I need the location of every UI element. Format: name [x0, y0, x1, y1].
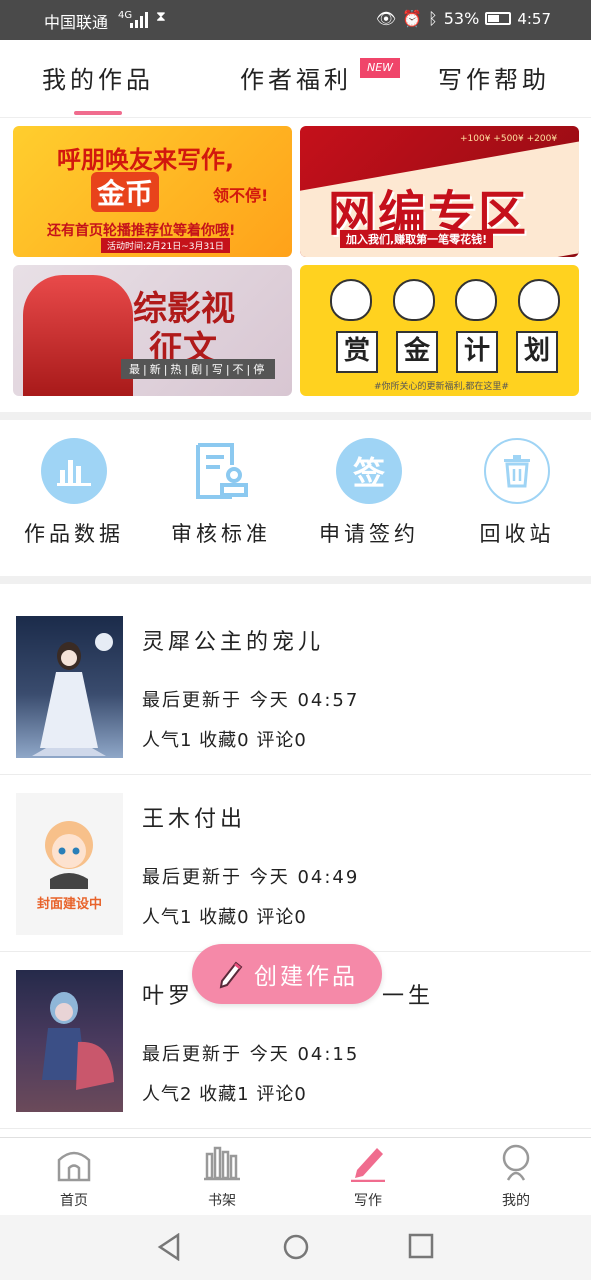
section-divider [0, 412, 591, 420]
recents-icon[interactable] [408, 1233, 434, 1259]
work-stats: 人气2 收藏1 评论0 [142, 1084, 307, 1105]
quick-action-work-data[interactable]: 作品数据 [14, 438, 134, 548]
document-stamp-icon [188, 438, 254, 504]
bluetooth-icon: ᛒ [428, 9, 438, 28]
cover-placeholder-text: 封面建设中 [36, 897, 102, 912]
signal-bars-icon [130, 12, 148, 28]
work-cover-image [16, 616, 123, 758]
create-work-label: 创建作品 [254, 964, 358, 990]
create-work-button[interactable]: 创建作品 [192, 944, 382, 1004]
quick-action-recycle-bin[interactable]: 回收站 [457, 438, 577, 548]
nav-me[interactable]: 我的 [476, 1144, 556, 1210]
work-updated: 最后更新于 今天 04:49 [142, 867, 360, 888]
nav-write[interactable]: 写作 [328, 1144, 408, 1210]
banner-text: 活动时间:2月21日~3月31日 [101, 238, 230, 253]
work-title: 叶罗 [142, 984, 195, 1009]
top-tabs: 我的作品 作者福利 写作帮助 [0, 40, 591, 118]
work-list-item[interactable]: 灵犀公主的宠儿 最后更新于 今天 04:57 人气1 收藏0 评论0 [0, 598, 591, 775]
work-cover-image [16, 970, 123, 1112]
profile-icon [502, 1144, 530, 1181]
nav-home[interactable]: 首页 [34, 1144, 114, 1210]
work-title: 灵犀公主的宠儿 [142, 630, 325, 655]
quick-action-label: 申请签约 [319, 522, 419, 546]
quick-action-label: 回收站 [479, 522, 555, 546]
nav-bookshelf[interactable]: 书架 [182, 1144, 262, 1210]
quick-action-apply-contract[interactable]: 签 申请签约 [309, 438, 429, 548]
work-list-item[interactable]: 封面建设中 王木付出 最后更新于 今天 04:49 人气1 收藏0 评论0 [0, 775, 591, 952]
work-stats: 人气1 收藏0 评论0 [142, 907, 307, 928]
work-stats: 人气1 收藏0 评论0 [142, 730, 307, 751]
quick-action-label: 作品数据 [24, 522, 124, 546]
home-icon [57, 1151, 91, 1182]
battery-percent: 53% [443, 9, 480, 28]
bottom-nav: 首页 书架 写作 我的 [0, 1137, 591, 1216]
hourglass-icon: ⧗ [156, 9, 166, 25]
work-title: 王木付出 [142, 807, 247, 832]
banner-editor-zone[interactable]: +100¥ +500¥ +200¥ 网编专区 加入我们,赚取第一笔零花钱! [300, 126, 579, 257]
tab-writing-help[interactable]: 写作帮助 [438, 60, 550, 95]
cat-illustrations [330, 279, 560, 335]
bar-chart-icon [41, 438, 107, 504]
system-nav-bar [0, 1215, 591, 1280]
banner-text: #你所关心的更新福利,都在这里# [374, 382, 509, 392]
cat-icon [392, 279, 435, 321]
home-circle-icon[interactable] [282, 1233, 310, 1261]
cat-icon [330, 279, 372, 321]
active-tab-indicator [74, 111, 122, 115]
banner-char: 金 [396, 331, 438, 373]
quick-action-label: 审核标准 [171, 522, 271, 546]
banner-invite-friends[interactable]: 呼朋唤友来写作, 金币 领不停! 还有首页轮播推荐位等着你哦! 活动时间:2月2… [13, 126, 292, 257]
banner-reward-plan[interactable]: 赏 金 计 划 #你所关心的更新福利,都在这里# [300, 265, 579, 396]
banner-char: 划 [516, 331, 558, 373]
banner-text: +100¥ +500¥ +200¥ [460, 134, 558, 144]
banner-characters-image [23, 275, 133, 396]
tab-my-works[interactable]: 我的作品 [42, 60, 154, 95]
banner-tv-fanfic-contest[interactable]: 综影视 征文 最|新|热|剧|写|不|停 [13, 265, 292, 396]
banner-text: 还有首页轮播推荐位等着你哦! [47, 223, 236, 239]
work-cover-image: 封面建设中 [16, 793, 123, 935]
bookshelf-icon [204, 1146, 240, 1181]
cat-icon [455, 279, 498, 321]
nav-label: 写作 [354, 1193, 382, 1209]
alarm-icon: ⏰ [402, 9, 423, 28]
banner-char: 计 [456, 331, 498, 373]
section-divider [0, 576, 591, 584]
trash-icon [484, 438, 550, 504]
cat-icon [517, 279, 560, 321]
banner-text: 最|新|热|剧|写|不|停 [121, 359, 276, 379]
status-bar: 中国联通 4G ⧗ 👁 ⏰ ᛒ 53% 4:57 [0, 0, 591, 40]
work-title-tail: 一生 [382, 984, 435, 1009]
pen-icon [351, 1148, 385, 1183]
sign-icon: 签 [336, 438, 402, 504]
banner-text: 领不停! [213, 186, 269, 205]
eye-icon: 👁 [375, 9, 397, 28]
nav-label: 书架 [208, 1193, 236, 1209]
quick-action-review-standards[interactable]: 审核标准 [161, 438, 281, 548]
banner-char: 赏 [336, 331, 378, 373]
back-icon[interactable] [156, 1233, 182, 1261]
banner-text: 金币 [91, 172, 160, 212]
nav-label: 首页 [60, 1193, 88, 1209]
work-updated: 最后更新于 今天 04:15 [142, 1044, 360, 1065]
banner-text: 加入我们,赚取第一笔零花钱! [340, 230, 494, 248]
work-updated: 最后更新于 今天 04:57 [142, 690, 360, 711]
carrier-label: 中国联通 [44, 13, 109, 32]
pencil-icon [219, 961, 243, 989]
new-badge: NEW [360, 58, 400, 78]
clock: 4:57 [517, 9, 551, 28]
banner-text: 呼朋唤友来写作, [57, 146, 235, 174]
nav-label: 我的 [502, 1193, 530, 1209]
tab-author-benefits[interactable]: 作者福利 [240, 60, 352, 95]
battery-icon [485, 12, 512, 25]
